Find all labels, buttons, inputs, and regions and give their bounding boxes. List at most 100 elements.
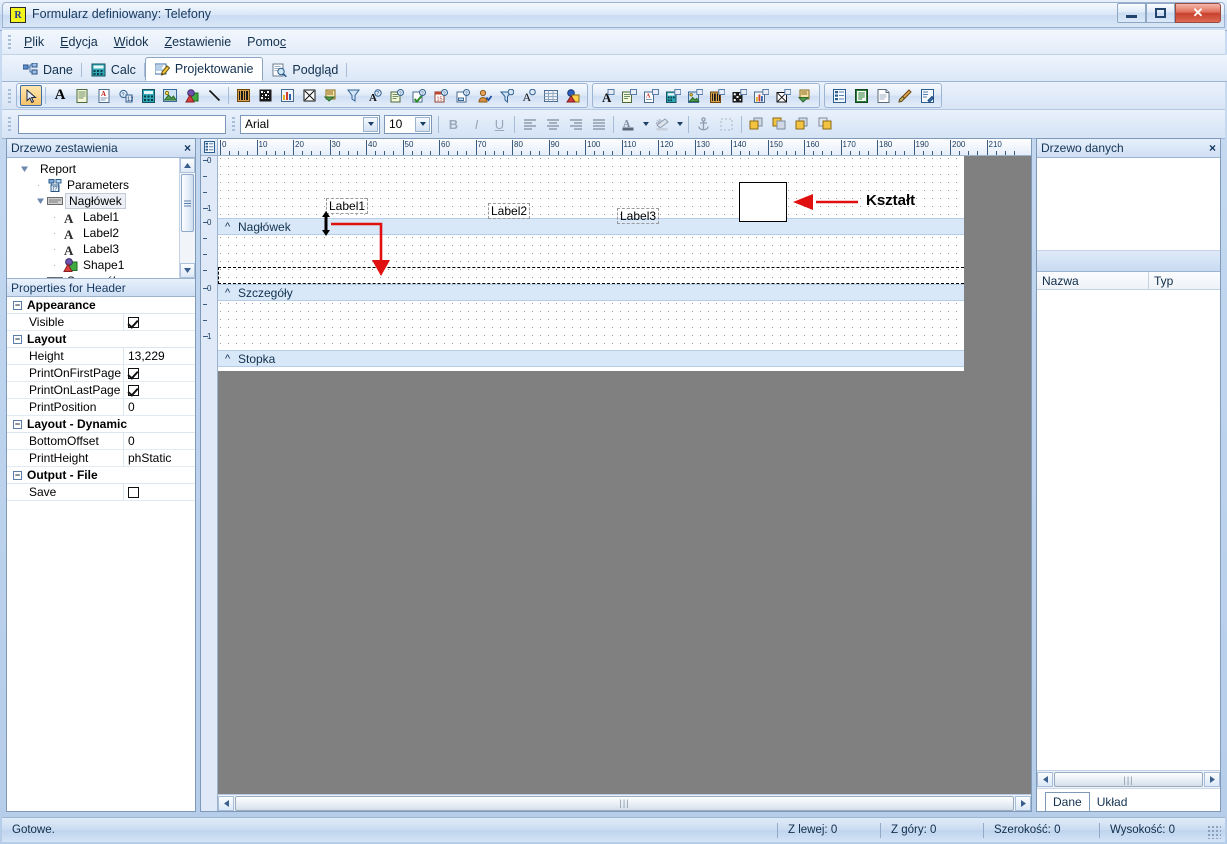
align-right-button[interactable] [564, 114, 587, 135]
tree-node-parameters[interactable]: · [?] Parameters [13, 177, 195, 193]
data-tree-splitter[interactable] [1037, 251, 1220, 272]
close-button[interactable]: ✕ [1175, 3, 1221, 23]
close-icon[interactable]: × [184, 141, 191, 155]
calc-field-tool[interactable] [137, 85, 159, 106]
insert-qr-band-button[interactable] [728, 85, 750, 106]
property-group-appearance[interactable]: − Appearance [7, 297, 195, 314]
report-structure-button[interactable] [828, 85, 850, 106]
format-toolbar-grip[interactable] [8, 117, 11, 131]
text-label-tool[interactable]: A [49, 85, 71, 106]
insert-subreport-band-button[interactable] [794, 85, 816, 106]
canvas-horizontal-scrollbar[interactable]: ||| [218, 794, 1031, 811]
property-checkbox[interactable] [128, 316, 139, 328]
menu-widok[interactable]: Widok [106, 32, 157, 52]
report-label-2[interactable]: Label2 [488, 203, 531, 219]
property-checkbox[interactable] [128, 384, 139, 396]
property-row-bottomoffset[interactable]: BottomOffset 0 [7, 433, 195, 450]
detail-band-area[interactable] [218, 235, 964, 284]
chevron-up-icon[interactable]: ^ [225, 287, 230, 299]
format-painter-button[interactable] [894, 85, 916, 106]
subreport-tool[interactable] [320, 85, 342, 106]
property-row-printonfirstpage[interactable]: PrintOnFirstPage [7, 365, 195, 382]
scrollbar-thumb[interactable]: ||| [1054, 772, 1203, 787]
tab-calc[interactable]: Calc [82, 59, 145, 81]
memo-tool[interactable] [71, 85, 93, 106]
scroll-left-button[interactable] [218, 795, 234, 811]
tab-projektowanie[interactable]: Projektowanie [144, 57, 264, 81]
shape-tool[interactable] [181, 85, 203, 106]
data-tree-rows[interactable] [1037, 290, 1220, 770]
column-header-nazwa[interactable]: Nazwa [1037, 272, 1149, 289]
align-center-button[interactable] [541, 114, 564, 135]
menu-plik[interactable]: Plik [16, 32, 52, 52]
menu-pomoc[interactable]: Pomoc [239, 32, 294, 52]
scroll-down-button[interactable] [180, 263, 195, 278]
borders-button[interactable] [715, 114, 738, 135]
design-surface[interactable]: ^ Nagłówek ^ Szczegóły ^ Stopka Label1 L… [218, 156, 964, 811]
send-backward-button[interactable] [814, 114, 837, 135]
font-family-combo[interactable]: Arial [240, 114, 380, 134]
tree-expander[interactable] [37, 194, 47, 208]
font-size-combo[interactable]: 10 [384, 114, 432, 134]
grid-tool[interactable] [540, 85, 562, 106]
property-row-height[interactable]: Height 13,229 [7, 348, 195, 365]
font-var-tool[interactable]: A [518, 85, 540, 106]
tab-podglad[interactable]: Podgląd [263, 59, 348, 81]
label-var-tool[interactable]: ? [452, 85, 474, 106]
object-name-input[interactable] [18, 114, 226, 134]
line-tool[interactable] [203, 85, 225, 106]
properties-grid[interactable]: − Appearance Visible − Layout Height 13,229 Pri… [7, 297, 195, 501]
font-color-button[interactable]: A [617, 114, 640, 135]
insert-text-band-button[interactable]: A [596, 85, 618, 106]
tree-node-shape1[interactable]: · Shape1 [13, 257, 195, 273]
menu-grip[interactable] [8, 35, 11, 49]
underline-button[interactable]: U [488, 114, 511, 135]
tree-node-label1[interactable]: · A Label1 [13, 209, 195, 225]
minimize-button[interactable] [1117, 3, 1146, 23]
anchor-button[interactable] [692, 114, 715, 135]
text-var-tool[interactable]: A? [364, 85, 386, 106]
tree-node-nag-wek[interactable]: Nagłówek [13, 193, 195, 209]
footer-band-area[interactable] [218, 301, 964, 350]
insert-crosstab-band-button[interactable] [772, 85, 794, 106]
tree-node-szczeg-y[interactable]: · Szczegóły [13, 273, 195, 278]
highlight-color-dropdown[interactable] [674, 114, 685, 135]
chevron-up-icon[interactable]: ^ [225, 221, 230, 233]
scrollbar-thumb[interactable] [181, 174, 194, 232]
property-checkbox[interactable] [128, 486, 139, 498]
band-header[interactable]: ^ Nagłówek [218, 218, 964, 235]
italic-button[interactable]: I [465, 114, 488, 135]
tab-uklad-panel[interactable]: Układ [1090, 793, 1135, 811]
column-header-typ[interactable]: Typ [1149, 272, 1220, 289]
calendar-var-tool[interactable]: 15? [430, 85, 452, 106]
property-row-visible[interactable]: Visible [7, 314, 195, 331]
vertical-ruler[interactable]: 0 1 0 0 1 [201, 156, 218, 811]
chevron-up-icon[interactable]: ^ [225, 353, 230, 365]
filter-tool[interactable] [342, 85, 364, 106]
property-row-save[interactable]: Save [7, 484, 195, 501]
property-row-printposition[interactable]: PrintPosition 0 [7, 399, 195, 416]
insert-calc-band-button[interactable] [662, 85, 684, 106]
chevron-down-icon[interactable] [415, 116, 430, 132]
chart-tool[interactable] [276, 85, 298, 106]
send-to-back-button[interactable] [768, 114, 791, 135]
ruler-corner-button[interactable] [201, 139, 218, 156]
insert-rtf-band-button[interactable]: A [640, 85, 662, 106]
scroll-right-button[interactable] [1015, 795, 1031, 811]
user-var-tool[interactable] [474, 85, 496, 106]
font-color-dropdown[interactable] [640, 114, 651, 135]
property-row-printheight[interactable]: PrintHeight phStatic [7, 450, 195, 467]
property-group-layout[interactable]: − Layout [7, 331, 195, 348]
insert-memo-band-button[interactable] [618, 85, 640, 106]
report-shape-1[interactable] [739, 182, 787, 222]
scroll-right-button[interactable] [1204, 772, 1220, 787]
tree-node-label2[interactable]: · A Label2 [13, 225, 195, 241]
filter-var-tool[interactable] [496, 85, 518, 106]
tree-node-report[interactable]: Report [13, 161, 195, 177]
page-setup-button[interactable] [872, 85, 894, 106]
resize-grip-icon[interactable] [1207, 825, 1221, 839]
font-toolbar-grip[interactable] [232, 117, 235, 131]
menu-edycja[interactable]: Edycja [52, 32, 106, 52]
scrollbar-thumb[interactable]: ||| [235, 795, 1014, 811]
bring-forward-button[interactable] [791, 114, 814, 135]
